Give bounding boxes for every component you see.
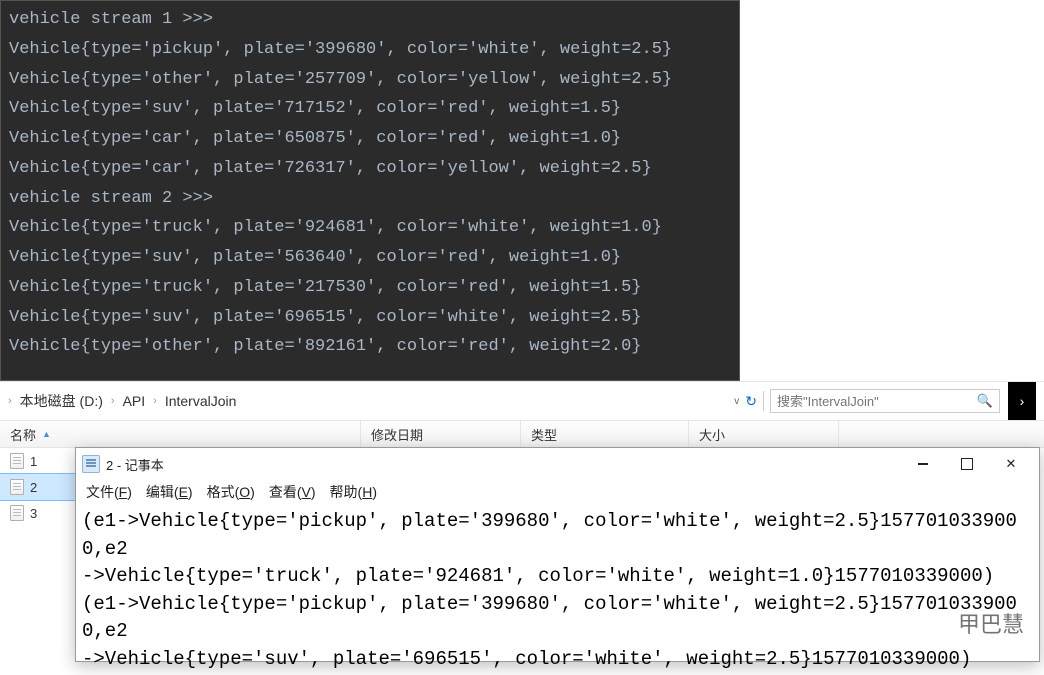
column-label: 类型 [531, 425, 557, 444]
panel-toggle-icon[interactable]: › [1008, 382, 1036, 420]
explorer-search-area: v ↻ 🔍 [734, 389, 1000, 413]
minimize-button[interactable] [901, 450, 945, 478]
console-line: Vehicle{type='truck', plate='217530', co… [9, 273, 731, 303]
console-line: Vehicle{type='other', plate='257709', co… [9, 65, 731, 95]
column-header-name[interactable]: 名称 ▲ [0, 421, 361, 447]
menu-help[interactable]: 帮助(H) [330, 482, 377, 502]
sort-asc-icon: ▲ [42, 429, 51, 439]
notepad-app-icon [82, 455, 100, 473]
dropdown-icon[interactable]: v [734, 396, 739, 407]
column-label: 名称 [10, 425, 36, 444]
notepad-window: 2 - 记事本 文件(F) 编辑(E) 格式(O) 查看(V) 帮助(H) (e… [75, 447, 1040, 662]
file-name: 3 [30, 506, 37, 521]
chevron-right-icon: › [153, 395, 157, 407]
column-header-type[interactable]: 类型 [521, 421, 689, 447]
console-line: Vehicle{type='suv', plate='563640', colo… [9, 243, 731, 273]
menu-file[interactable]: 文件(F) [86, 482, 132, 502]
explorer-toolbar: › 本地磁盘 (D:) › API › IntervalJoin v ↻ 🔍 › [0, 382, 1044, 420]
watermark: 甲巴慧 [958, 607, 1024, 639]
file-list: 1 2 3 [0, 448, 75, 526]
breadcrumb-seg[interactable]: 本地磁盘 (D:) [16, 389, 107, 413]
close-button[interactable] [989, 450, 1033, 478]
file-name: 1 [30, 454, 37, 469]
column-label: 修改日期 [371, 425, 423, 444]
console-line: Vehicle{type='pickup', plate='399680', c… [9, 35, 731, 65]
menu-format[interactable]: 格式(O) [207, 482, 255, 502]
search-input[interactable] [777, 394, 977, 409]
maximize-button[interactable] [945, 450, 989, 478]
search-box[interactable]: 🔍 [770, 389, 1000, 413]
console-line: Vehicle{type='truck', plate='924681', co… [9, 213, 731, 243]
column-label: 大小 [699, 425, 725, 444]
search-icon[interactable]: 🔍 [977, 393, 993, 409]
notepad-menubar: 文件(F) 编辑(E) 格式(O) 查看(V) 帮助(H) [76, 480, 1039, 506]
file-name: 2 [30, 480, 37, 495]
window-title: 2 - 记事本 [106, 455, 901, 474]
menu-edit[interactable]: 编辑(E) [146, 482, 193, 502]
chevron-right-icon: › [111, 395, 115, 407]
console-line: vehicle stream 1 >>> [9, 5, 731, 35]
breadcrumb-seg[interactable]: IntervalJoin [161, 391, 241, 411]
file-icon [10, 479, 24, 495]
console-line: Vehicle{type='car', plate='650875', colo… [9, 124, 731, 154]
notepad-text-area[interactable]: (e1->Vehicle{type='pickup', plate='39968… [76, 506, 1039, 675]
console-line: Vehicle{type='car', plate='726317', colo… [9, 154, 731, 184]
console-output: vehicle stream 1 >>> Vehicle{type='picku… [0, 0, 740, 381]
separator [763, 391, 764, 411]
notepad-titlebar[interactable]: 2 - 记事本 [76, 448, 1039, 480]
file-icon [10, 505, 24, 521]
menu-view[interactable]: 查看(V) [269, 482, 316, 502]
console-line: Vehicle{type='other', plate='892161', co… [9, 332, 731, 362]
breadcrumb[interactable]: › 本地磁盘 (D:) › API › IntervalJoin [8, 389, 726, 413]
console-line: vehicle stream 2 >>> [9, 184, 731, 214]
refresh-icon[interactable]: ↻ [745, 393, 757, 410]
column-header-size[interactable]: 大小 [689, 421, 839, 447]
text-line: ->Vehicle{type='truck', plate='924681', … [82, 565, 994, 587]
column-header-modified[interactable]: 修改日期 [361, 421, 521, 447]
explorer-column-headers: 名称 ▲ 修改日期 类型 大小 [0, 420, 1044, 448]
file-icon [10, 453, 24, 469]
breadcrumb-seg[interactable]: API [119, 391, 150, 411]
file-row[interactable]: 3 [0, 500, 75, 526]
chevron-right-icon: › [8, 395, 12, 407]
text-line: ->Vehicle{type='suv', plate='696515', co… [82, 648, 971, 670]
file-row[interactable]: 1 [0, 448, 75, 474]
text-line: (e1->Vehicle{type='pickup', plate='39968… [82, 593, 1017, 643]
console-line: Vehicle{type='suv', plate='696515', colo… [9, 303, 731, 333]
console-line: Vehicle{type='suv', plate='717152', colo… [9, 94, 731, 124]
text-line: (e1->Vehicle{type='pickup', plate='39968… [82, 510, 1017, 560]
file-row[interactable]: 2 [0, 474, 75, 500]
